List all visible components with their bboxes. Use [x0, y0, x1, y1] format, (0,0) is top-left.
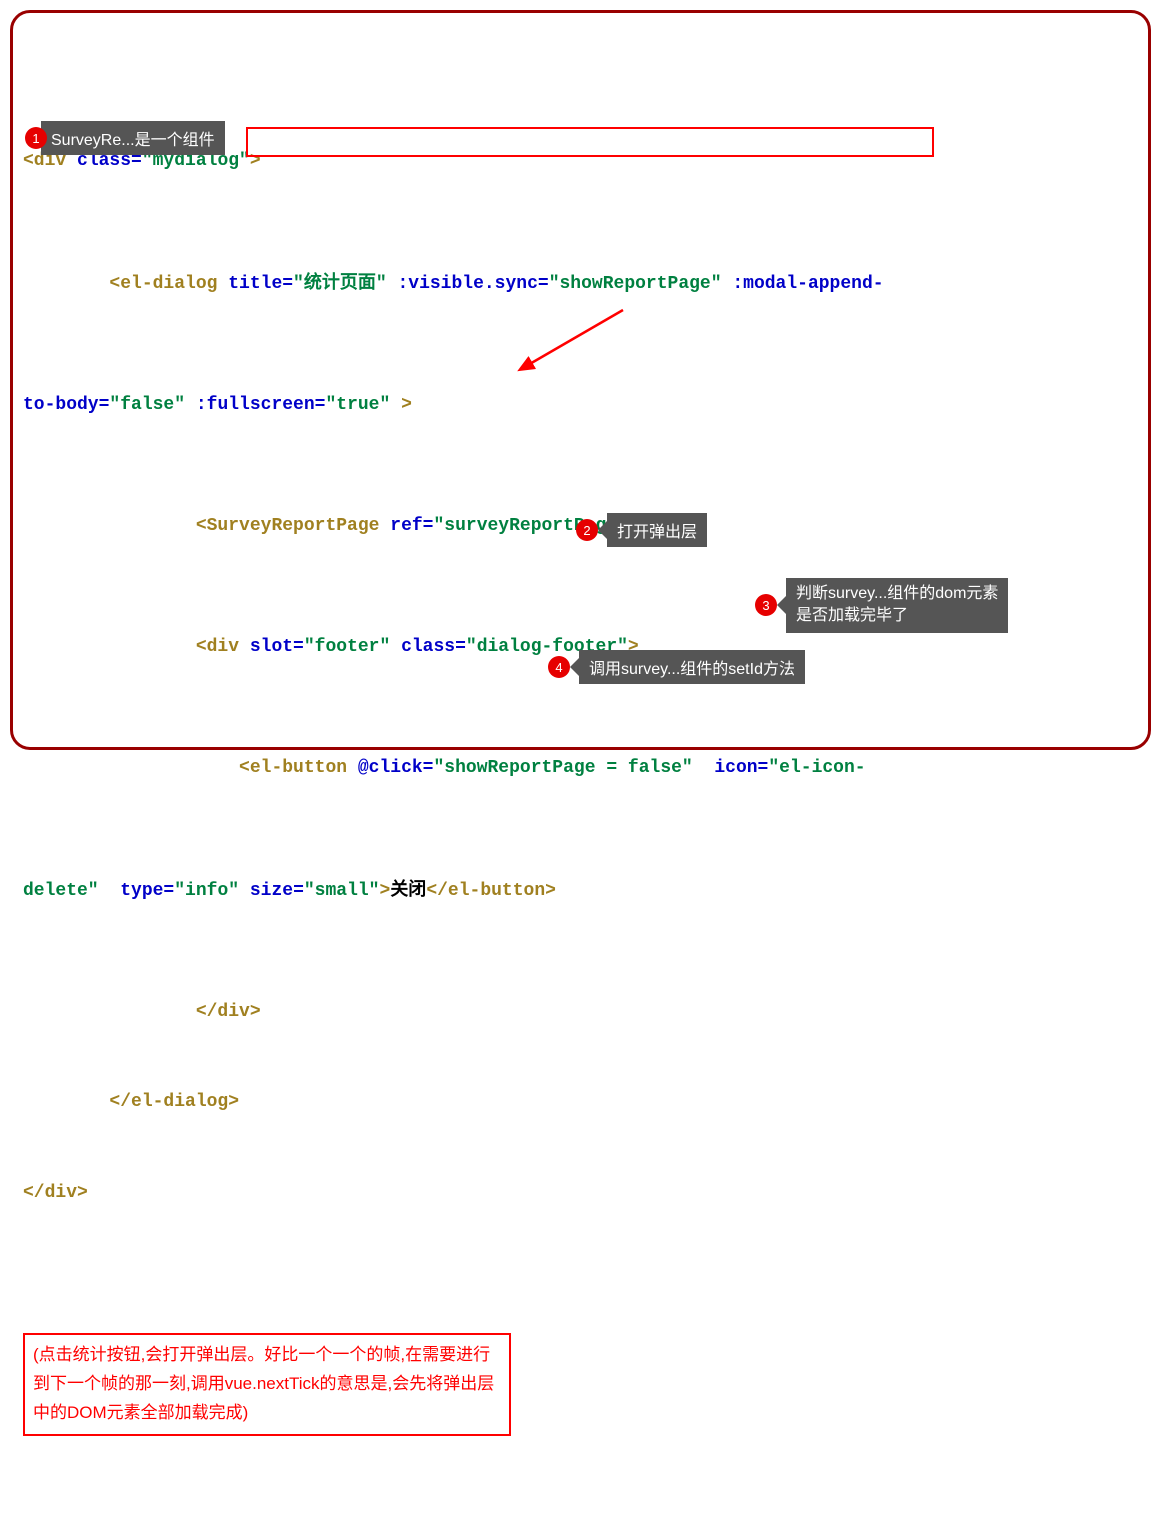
callout-number: 4: [548, 656, 570, 678]
callout-number: 1: [25, 127, 47, 149]
callout-4: 4 调用survey...组件的setId方法: [548, 650, 805, 684]
callout-label: SurveyRe...是一个组件: [41, 121, 225, 155]
code-line: to-body="false" :fullscreen="true" >: [23, 390, 1138, 420]
annotation-explainer-box: (点击统计按钮,会打开弹出层。好比一个一个的帧,在需要进行到下一个帧的那一刻,调…: [23, 1333, 511, 1436]
callout-label: 调用survey...组件的setId方法: [579, 650, 805, 684]
code-line: </el-dialog>: [23, 1087, 1138, 1117]
callout-3: 3 判断survey...组件的dom元素 是否加载完毕了: [755, 578, 1008, 633]
callout-label: 判断survey...组件的dom元素 是否加载完毕了: [786, 578, 1008, 633]
code-line: </div>: [23, 1178, 1138, 1208]
callout-1: 1 SurveyRe...是一个组件: [25, 121, 225, 155]
arrow-icon: [513, 305, 633, 375]
callout-2: 2 打开弹出层: [576, 513, 707, 547]
code-block: <div class="mydialog"> <el-dialog title=…: [23, 25, 1138, 1520]
code-screenshot-frame: <div class="mydialog"> <el-dialog title=…: [10, 10, 1151, 750]
code-line: <el-button @click="showReportPage = fals…: [23, 753, 1138, 783]
callout-number: 2: [576, 519, 598, 541]
code-line: </div>: [23, 997, 1138, 1027]
code-line: delete" type="info" size="small">关闭</el-…: [23, 874, 1138, 906]
code-line: <el-dialog title="统计页面" :visible.sync="s…: [23, 267, 1138, 299]
callout-label: 打开弹出层: [607, 513, 707, 547]
callout-number: 3: [755, 594, 777, 616]
